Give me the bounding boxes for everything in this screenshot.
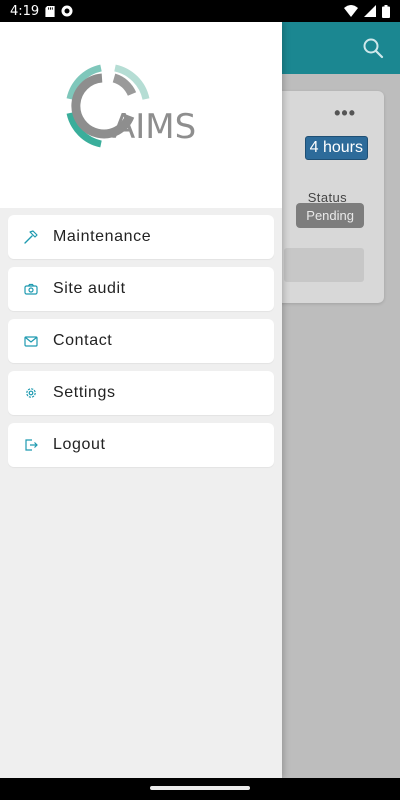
menu-item-label: Contact [53,332,113,349]
notification-icon [61,5,73,17]
menu-item-label: Site audit [53,280,126,297]
status-badge: Pending [296,203,364,228]
duration-badge: 4 hours [304,136,368,160]
hammer-icon [24,230,38,244]
menu-item-maintenance[interactable]: Maintenance [8,215,274,259]
app-screen: ••• 4 hours Status Pending AIMS Maintena… [0,22,400,778]
logout-icon [24,438,38,452]
home-gesture-handle[interactable] [150,786,250,790]
menu-item-logout[interactable]: Logout [8,423,274,467]
logo-text: AIMS [112,107,196,147]
battery-icon [382,4,390,18]
status-time: 4:19 [10,3,40,19]
gear-icon [24,386,38,400]
menu-item-label: Maintenance [53,228,152,245]
menu-item-label: Logout [53,436,106,453]
wifi-icon [344,5,358,17]
sd-card-icon [45,5,55,17]
menu-item-contact[interactable]: Contact [8,319,274,363]
navigation-drawer: AIMS Maintenance Site audit Contact Sett… [0,22,282,778]
more-options-icon[interactable]: ••• [334,103,356,124]
drawer-header: AIMS [0,22,282,208]
mail-icon [24,334,38,348]
search-icon[interactable] [362,37,384,59]
camera-icon [24,282,38,296]
status-bar: 4:19 [0,0,400,22]
drawer-menu: Maintenance Site audit Contact Settings … [8,215,274,475]
signal-icon [364,5,376,17]
card-action-placeholder [284,248,364,282]
menu-item-site-audit[interactable]: Site audit [8,267,274,311]
system-nav-bar [0,778,400,800]
menu-item-label: Settings [53,384,116,401]
aims-logo: AIMS [66,64,196,148]
menu-item-settings[interactable]: Settings [8,371,274,415]
